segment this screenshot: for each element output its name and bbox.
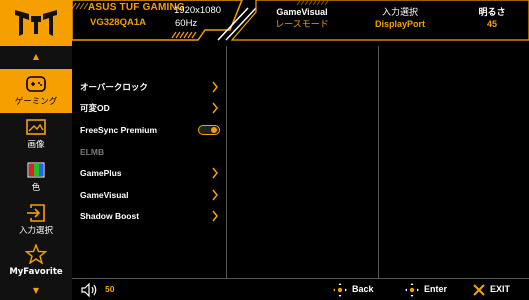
sidebar-item-gaming[interactable]: ゲーミング [0,69,72,113]
tuf-logo [0,0,72,46]
joystick-left-icon [333,283,347,297]
enter-label: Enter [424,284,448,294]
back-button[interactable]: Back [332,282,392,298]
menu-item-elmb: ELMB [80,144,220,160]
scroll-up-arrow-icon[interactable]: ▲ [0,50,72,64]
menu-item-label: オーバークロック [80,82,148,92]
scroll-down-arrow-icon[interactable]: ▼ [0,284,72,298]
menu-item-shadow-boost[interactable]: Shadow Boost [80,208,220,224]
exit-button[interactable]: EXIT [472,282,527,298]
sidebar-item-label: ゲーミング [14,97,58,107]
enter-button[interactable]: Enter [404,282,464,298]
joystick-press-icon [405,283,419,297]
monitor-osd-menu: ASUS TUF GAMING VG328QA1A 1920x1080 60Hz… [0,0,529,300]
sidebar-item-myfavorite[interactable]: MyFavorite [0,244,72,278]
back-label: Back [352,284,374,294]
sidebar-item-label: 入力選択 [18,226,53,236]
menu-item-label: ELMB [80,147,105,157]
model-label: VG328QA1A [90,17,146,28]
sidebar-item-label: MyFavorite [9,267,63,277]
menu-item-freesync[interactable]: FreeSync Premium [80,122,220,138]
chevron-right-icon [212,102,218,114]
header-gamevisual: GameVisual レースモード [262,6,342,30]
menu-item-overclock[interactable]: オーバークロック [80,79,220,95]
menu-panels: オーバークロック 可変OD FreeSync Premium ELMB Game… [72,46,529,278]
refresh-rate-label: 60Hz [175,18,198,29]
sidebar-item-color[interactable]: 色 [0,160,72,194]
osd-footer: 50 Back Enter EXIT [72,278,529,300]
tuf-logo-icon [15,10,57,36]
brand-label: ASUS TUF GAMING [88,2,185,13]
resolution-label: 1920x1080 [174,5,222,16]
menu-item-variable-od[interactable]: 可変OD [80,100,220,116]
gamepad-icon [26,76,46,92]
header-brightness: 明るさ 45 [462,6,522,30]
gamevisual-header-value: レースモード [275,19,329,29]
panel-divider [226,46,227,278]
gamevisual-header-label: GameVisual [276,7,328,17]
panel-divider [378,46,379,278]
header-input: 入力選択 DisplayPort [355,6,445,30]
model-info: ASUS TUF GAMING VG328QA1A 1920x1080 60Hz [72,0,242,46]
chevron-right-icon [212,210,218,222]
osd-header: ASUS TUF GAMING VG328QA1A 1920x1080 60Hz… [0,0,529,46]
volume-icon [81,283,97,297]
chevron-right-icon [212,81,218,93]
toggle-knob [211,127,217,133]
menu-item-label: 可変OD [80,103,110,113]
menu-item-label: GameVisual [80,190,129,200]
menu-item-gamevisual[interactable]: GameVisual [80,187,220,203]
exit-label: EXIT [490,284,511,294]
close-icon [473,284,485,296]
sidebar-item-label: 画像 [27,140,45,150]
sidebar-item-image[interactable]: 画像 [0,117,72,151]
volume-value: 50 [105,284,115,294]
sidebar-item-label: 色 [31,183,41,193]
chevron-right-icon [212,167,218,179]
chevron-right-icon [212,189,218,201]
freesync-toggle[interactable] [198,125,220,135]
sidebar-item-input[interactable]: 入力選択 [0,203,72,237]
menu-item-label: Shadow Boost [80,211,140,221]
input-icon [27,204,45,222]
menu-item-gameplus[interactable]: GamePlus [80,165,220,181]
star-icon [25,244,47,264]
sidebar: ▲ ゲーミング 画像 色 入力選択 MyFavorite ▼ [0,46,72,300]
brightness-header-value: 45 [486,19,497,29]
menu-item-label: GamePlus [80,168,122,178]
image-icon [26,119,46,135]
brightness-header-label: 明るさ [478,7,506,17]
color-bars-icon [27,162,45,178]
input-header-label: 入力選択 [381,7,418,17]
menu-item-label: FreeSync Premium [80,125,158,135]
input-header-value: DisplayPort [374,19,425,29]
